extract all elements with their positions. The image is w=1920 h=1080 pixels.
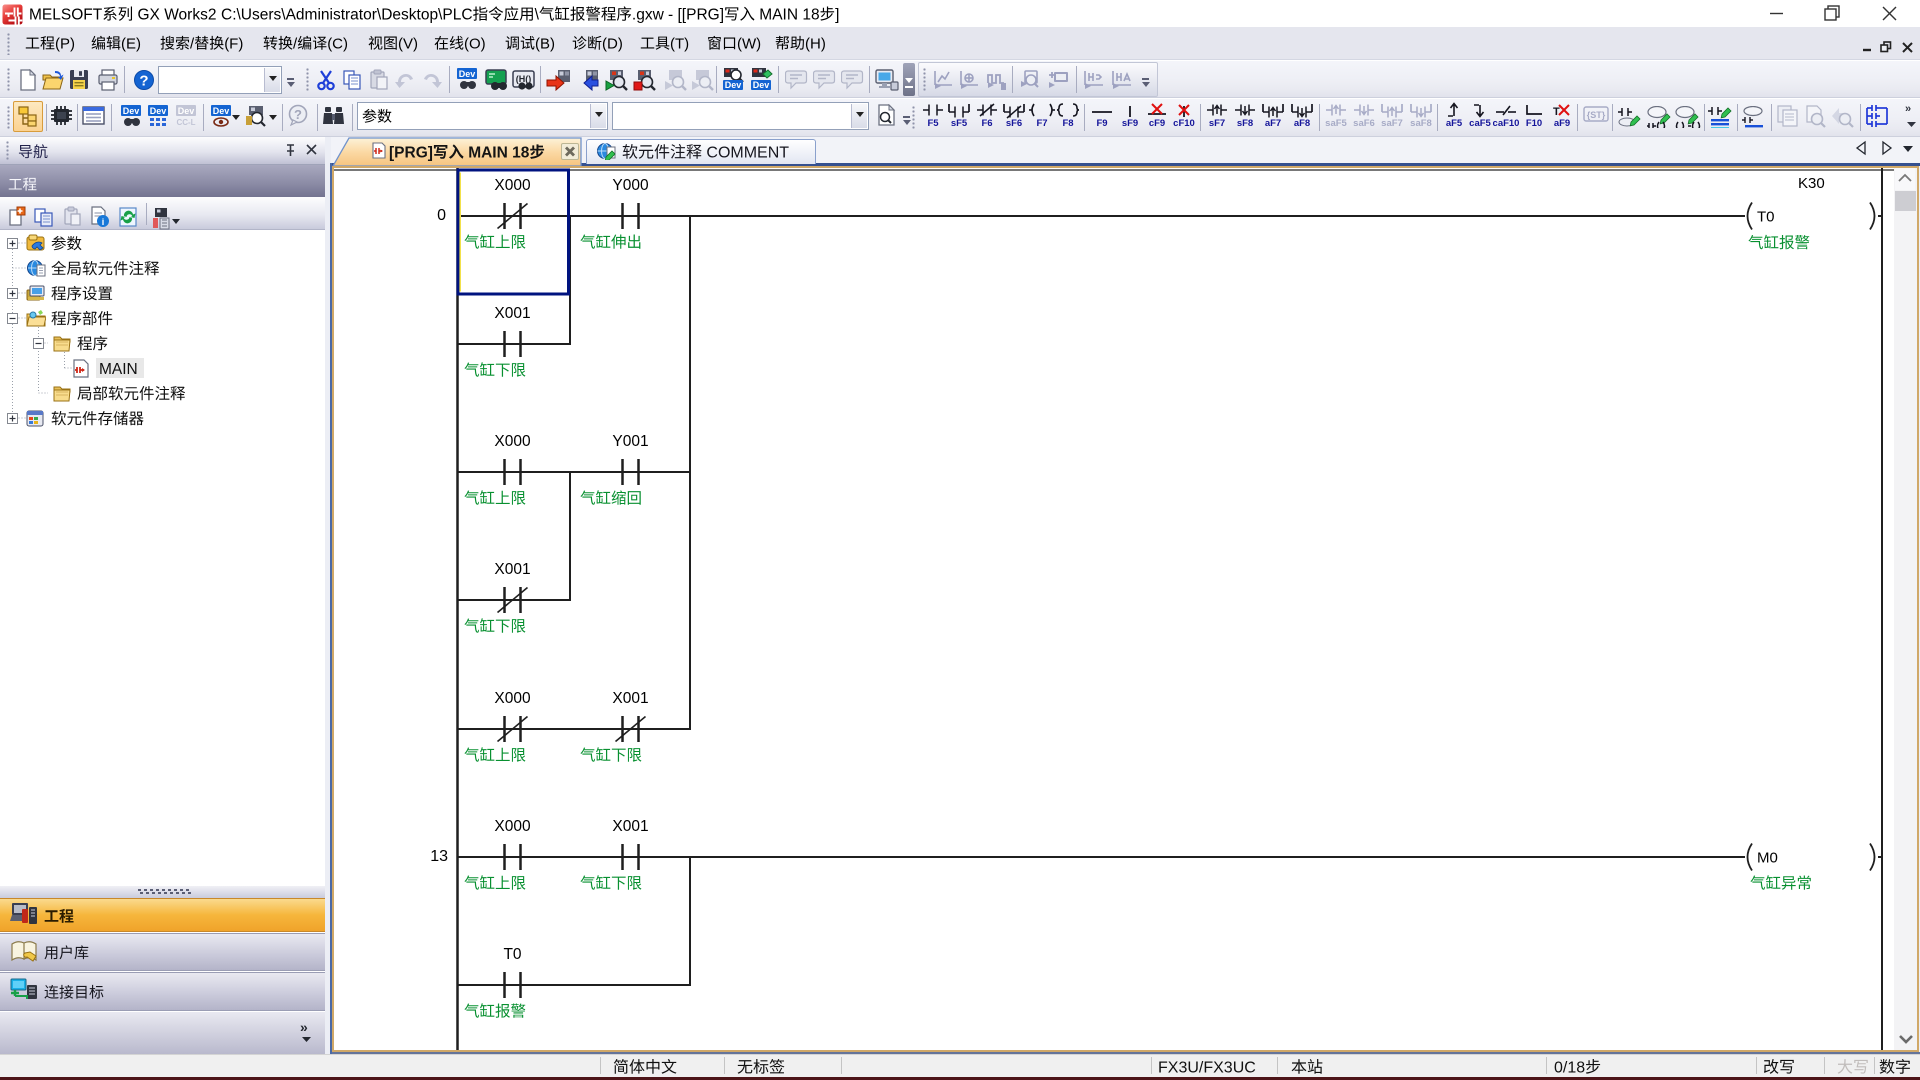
svg-text:»: »	[300, 1019, 308, 1035]
svg-text:Dev: Dev	[459, 69, 476, 79]
svg-text:Dev: Dev	[178, 106, 195, 116]
svg-text:aF7: aF7	[1265, 118, 1281, 128]
svg-text:F10: F10	[1526, 118, 1542, 128]
svg-text:?: ?	[139, 73, 148, 90]
svg-text:Dev: Dev	[123, 106, 140, 116]
svg-text:Dev: Dev	[753, 80, 770, 90]
svg-text:aF9: aF9	[1554, 118, 1570, 128]
svg-text:saF8: saF8	[1410, 118, 1432, 128]
svg-text:saF7: saF7	[1381, 118, 1403, 128]
svg-text:sF9: sF9	[1122, 118, 1138, 128]
svg-text:saF5: saF5	[1325, 118, 1347, 128]
svg-text:F8: F8	[1062, 118, 1073, 128]
svg-text:Dev: Dev	[150, 106, 167, 116]
svg-text:»: »	[1905, 103, 1911, 115]
svg-text:sF8: sF8	[1237, 118, 1253, 128]
svg-text:T: T	[1553, 106, 1560, 118]
svg-text:F5: F5	[927, 118, 939, 128]
svg-text:Dev: Dev	[213, 106, 230, 116]
svg-text:cF10: cF10	[1173, 118, 1195, 128]
svg-text:F7: F7	[1036, 118, 1047, 128]
svg-text:saF6: saF6	[1353, 118, 1375, 128]
svg-text:F6: F6	[981, 118, 992, 128]
svg-text:caF5: caF5	[1469, 118, 1491, 128]
svg-text:aF5: aF5	[1446, 118, 1463, 128]
svg-text:?: ?	[294, 107, 302, 122]
svg-text:i: i	[102, 217, 105, 227]
svg-text:caF10: caF10	[1493, 118, 1519, 128]
svg-text:cF9: cF9	[1149, 118, 1165, 128]
svg-text:sF7: sF7	[1209, 118, 1225, 128]
svg-text:CC-L: CC-L	[176, 118, 195, 127]
svg-text:Dev: Dev	[725, 80, 742, 90]
svg-text:F9: F9	[1096, 118, 1107, 128]
svg-text:sF5: sF5	[951, 118, 968, 128]
svg-text:{ST}: {ST}	[1587, 110, 1606, 120]
svg-text:sF6: sF6	[1006, 118, 1022, 128]
svg-text:aF8: aF8	[1294, 118, 1310, 128]
